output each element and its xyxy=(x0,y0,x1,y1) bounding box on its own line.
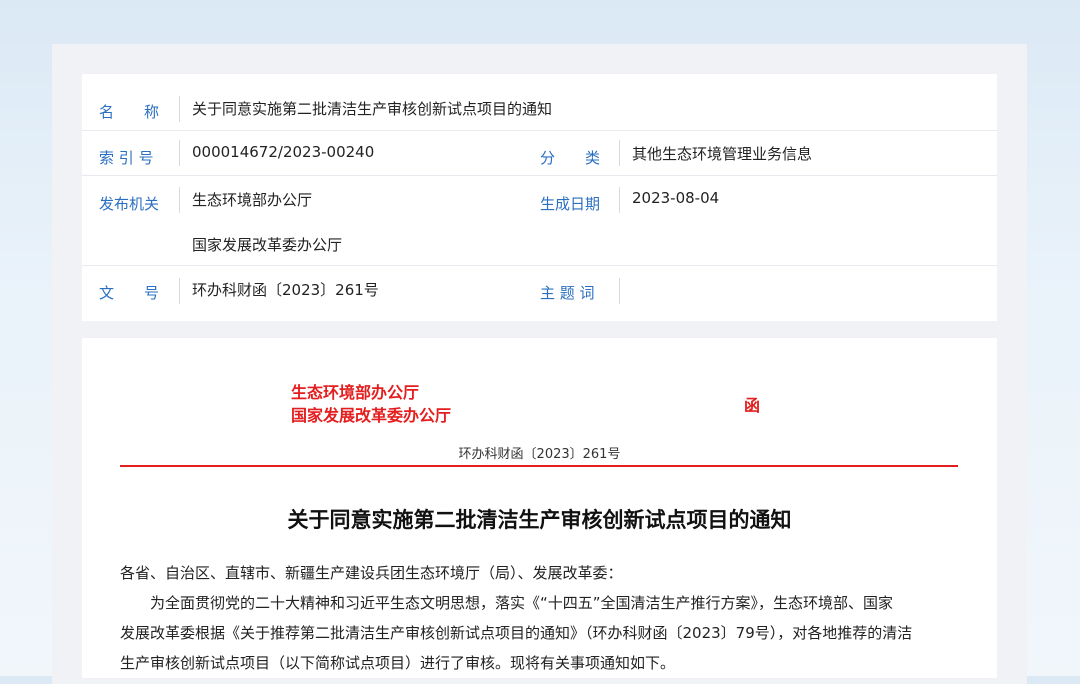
topic-label: 主 题 词 xyxy=(540,284,595,302)
body-line-2: 发展改革委根据《关于推荐第二批清洁生产审核创新试点项目的通知》（环办科财函〔20… xyxy=(120,624,913,642)
body-line-3: 生产审核创新试点项目（以下简称试点项目）进行了审核。现将有关事项通知如下。 xyxy=(120,654,676,672)
name-label: 名 称 xyxy=(99,103,160,121)
issuer-value-1: 生态环境部办公厅 xyxy=(192,191,313,209)
document-title: 关于同意实施第二批清洁生产审核创新试点项目的通知 xyxy=(287,508,792,532)
issuer-label: 发布机关 xyxy=(99,195,160,213)
salutation: 各省、自治区、直辖市、新疆生产建设兵团生态环境厅（局）、发展改革委： xyxy=(120,564,623,582)
meta-row-name: 名 称 关于同意实施第二批清洁生产审核创新试点项目的通知 xyxy=(82,74,997,131)
docno-value: 环办科财函〔2023〕261号 xyxy=(192,281,379,299)
issuer-line-1: 生态环境部办公厅 xyxy=(291,383,420,402)
docno-label: 文 号 xyxy=(99,284,160,302)
index-label: 索 引 号 xyxy=(99,149,154,167)
name-value: 关于同意实施第二批清洁生产审核创新试点项目的通知 xyxy=(192,100,553,118)
divider xyxy=(619,187,620,213)
meta-row-index: 索 引 号 000014672/2023-00240 分 类 其他生态环境管理业… xyxy=(82,130,997,176)
document-type-han: 函 xyxy=(744,396,761,415)
divider xyxy=(619,140,620,166)
red-divider xyxy=(120,465,958,467)
divider xyxy=(179,187,180,213)
meta-row-issuer: 发布机关 生态环境部办公厅 国家发展改革委办公厅 生成日期 2023-08-04 xyxy=(82,175,997,266)
body-line-1: 为全面贯彻党的二十大精神和习近平生态文明思想，落实《“十四五”全国清洁生产推行方… xyxy=(150,594,894,612)
meta-row-docno: 文 号 环办科财函〔2023〕261号 主 题 词 xyxy=(82,265,997,321)
issuer-line-2: 国家发展改革委办公厅 xyxy=(291,406,452,425)
divider xyxy=(179,140,180,166)
date-label: 生成日期 xyxy=(540,195,601,213)
metadata-table: 名 称 关于同意实施第二批清洁生产审核创新试点项目的通知 索 引 号 00001… xyxy=(82,74,997,321)
document-body: 生态环境部办公厅 国家发展改革委办公厅 函 环办科财函〔2023〕261号 关于… xyxy=(82,338,997,678)
divider xyxy=(179,96,180,122)
divider xyxy=(179,278,180,304)
category-label: 分 类 xyxy=(540,149,601,167)
category-value: 其他生态环境管理业务信息 xyxy=(632,145,813,163)
date-value: 2023-08-04 xyxy=(632,189,720,207)
issuer-value-2: 国家发展改革委办公厅 xyxy=(192,236,343,254)
divider xyxy=(619,278,620,304)
index-value: 000014672/2023-00240 xyxy=(192,143,375,161)
document-number: 环办科财函〔2023〕261号 xyxy=(458,447,621,462)
